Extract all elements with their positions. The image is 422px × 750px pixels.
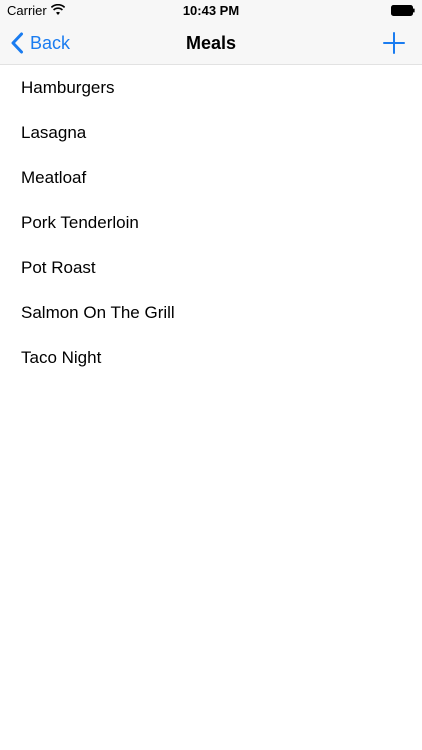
- navigation-bar: Back Meals: [0, 22, 422, 65]
- list-item[interactable]: Taco Night: [0, 335, 422, 380]
- status-bar: Carrier 10:43 PM: [0, 0, 422, 22]
- add-icon[interactable]: [382, 31, 406, 55]
- list-item[interactable]: Pot Roast: [0, 245, 422, 290]
- page-title: Meals: [185, 33, 237, 53]
- app-screen: Carrier 10:43 PM Back Meals Hamburgers L…: [0, 0, 422, 750]
- list-item[interactable]: Salmon On The Grill: [0, 290, 422, 335]
- list-item[interactable]: Meatloaf: [0, 155, 422, 200]
- battery-icon: [391, 5, 415, 16]
- status-time: 10:43 PM: [182, 3, 240, 18]
- list-item[interactable]: Hamburgers: [0, 65, 422, 110]
- list-item[interactable]: Lasagna: [0, 110, 422, 155]
- meal-list: Hamburgers Lasagna Meatloaf Pork Tenderl…: [0, 65, 422, 380]
- list-item[interactable]: Pork Tenderloin: [0, 200, 422, 245]
